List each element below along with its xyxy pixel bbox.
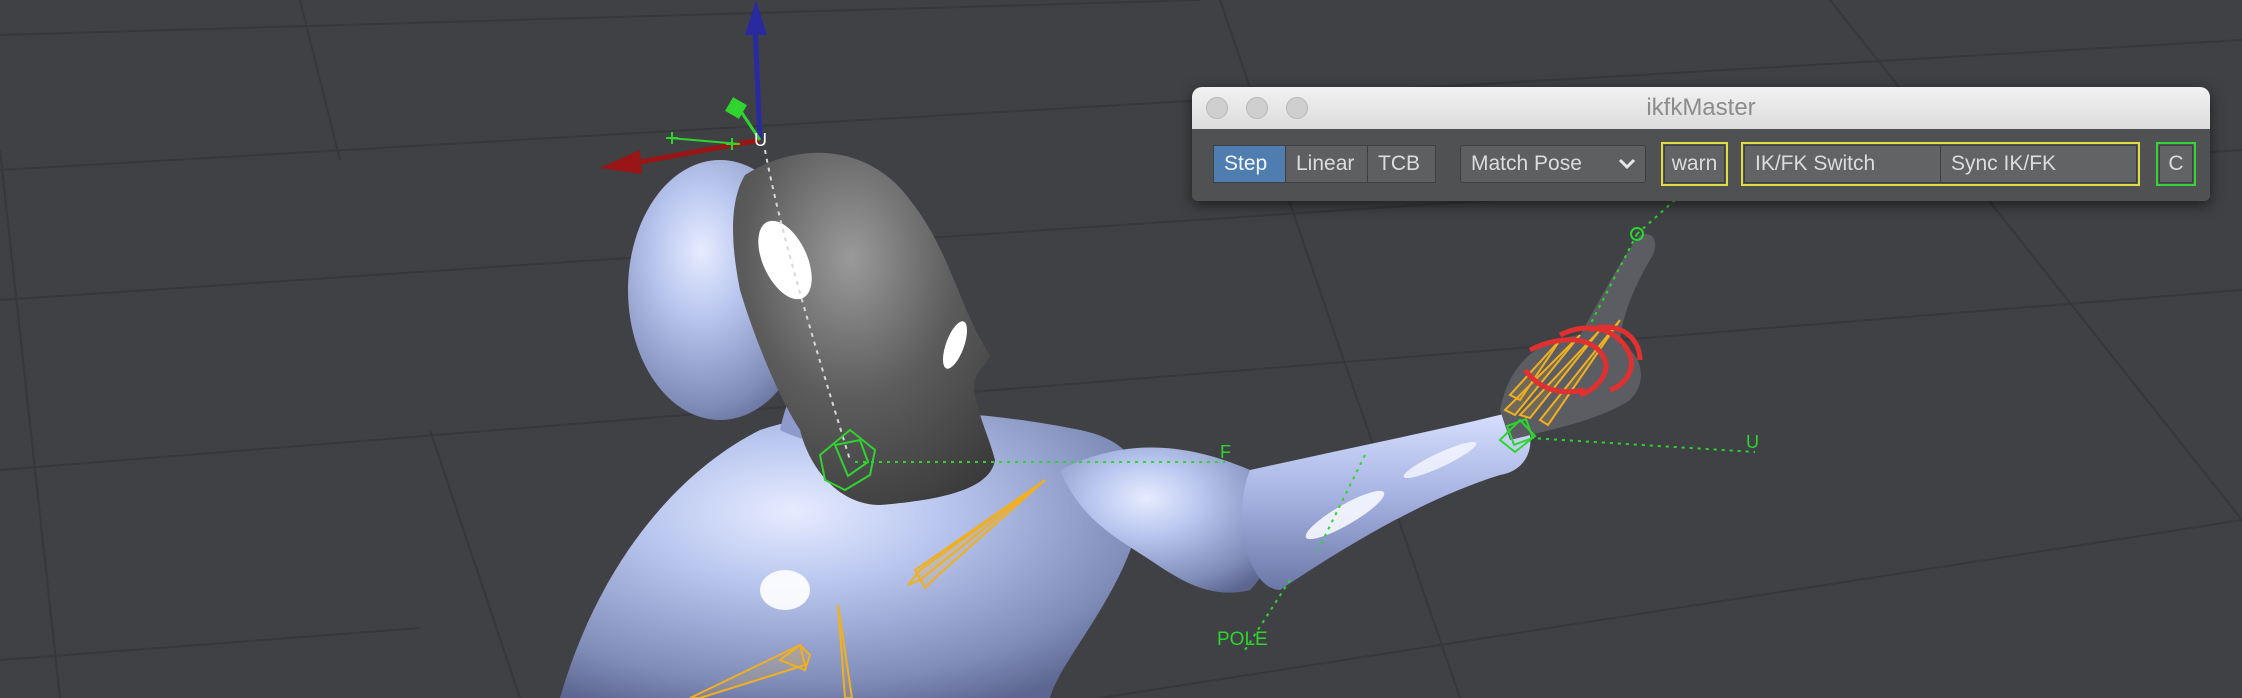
ik-fk-switch-button[interactable]: IK/FK Switch bbox=[1744, 145, 1941, 183]
ikfkmaster-window[interactable]: ikfkMaster Step Linear TCB Match Pose wa… bbox=[1192, 87, 2210, 201]
head-up-label: U bbox=[754, 130, 767, 150]
hand-up-label: U bbox=[1746, 432, 1759, 452]
match-mode-dropdown[interactable]: Match Pose bbox=[1460, 145, 1646, 183]
character-mesh bbox=[560, 152, 1656, 698]
pole-label: POLE bbox=[1217, 629, 1268, 650]
window-title: ikfkMaster bbox=[1646, 94, 1756, 121]
chevron-down-icon bbox=[1618, 158, 1636, 170]
linear-button[interactable]: Linear bbox=[1285, 145, 1368, 183]
step-button[interactable]: Step bbox=[1213, 145, 1286, 183]
tcb-button[interactable]: TCB bbox=[1367, 145, 1436, 183]
warn-button[interactable]: warn bbox=[1664, 145, 1725, 183]
toolbar: Step Linear TCB Match Pose warn IK/FK Sw… bbox=[1192, 129, 2210, 201]
forward-label: F bbox=[1220, 442, 1231, 462]
sync-ik-fk-button[interactable]: Sync IK/FK bbox=[1940, 145, 2137, 183]
window-title-bar[interactable]: ikfkMaster bbox=[1192, 87, 2210, 130]
match-mode-value: Match Pose bbox=[1471, 152, 1582, 175]
transform-gizmo-icon bbox=[600, 0, 767, 174]
c-button[interactable]: C bbox=[2159, 145, 2193, 183]
